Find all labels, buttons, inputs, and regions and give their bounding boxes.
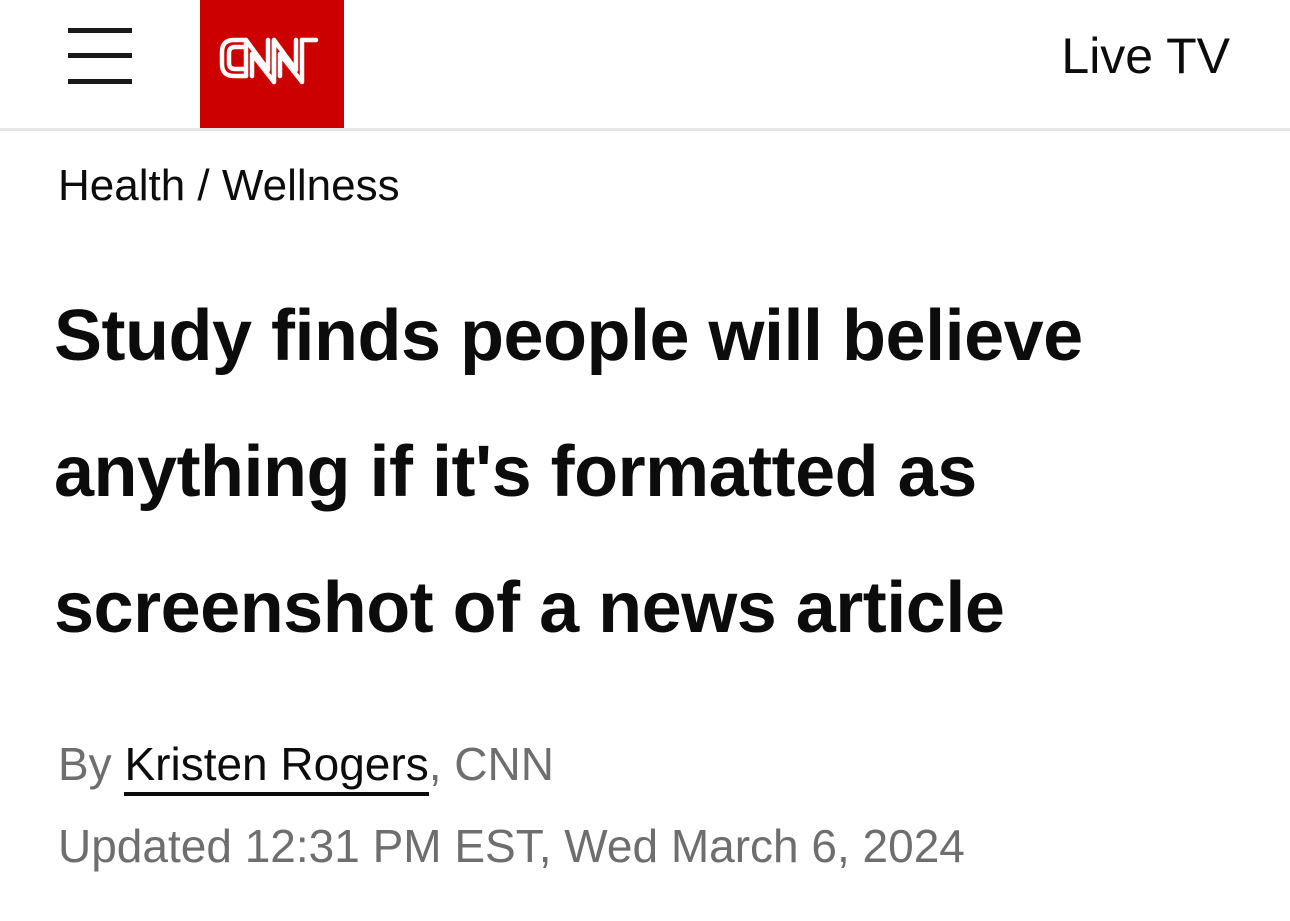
menu-bar-top (68, 28, 132, 33)
byline-source: , CNN (428, 738, 554, 790)
breadcrumb-wellness[interactable]: Wellness (222, 161, 400, 210)
cnn-logo[interactable] (200, 0, 344, 128)
live-tv-link[interactable]: Live TV (1061, 28, 1230, 84)
headline-line: anything if it's formatted as (54, 432, 977, 512)
headline-line: screenshot of a news article (54, 568, 1005, 648)
breadcrumb: Health / Wellness (58, 160, 400, 212)
breadcrumb-separator: / (197, 161, 210, 210)
headline-line: Study finds people will believe (54, 296, 1083, 376)
site-header: Live TV (0, 0, 1290, 131)
byline-prefix: By (58, 738, 112, 790)
byline: By Kristen Rogers, CNN (58, 736, 554, 796)
cnn-logo-icon (219, 37, 319, 85)
menu-bar-bottom (68, 79, 132, 84)
breadcrumb-health[interactable]: Health (58, 161, 185, 210)
updated-timestamp: Updated 12:31 PM EST, Wed March 6, 2024 (58, 820, 965, 872)
hamburger-menu-icon[interactable] (68, 28, 132, 84)
article-headline: Study finds people will believe anything… (54, 268, 1234, 676)
menu-bar-middle (68, 53, 132, 58)
author-link[interactable]: Kristen Rogers (124, 738, 429, 796)
